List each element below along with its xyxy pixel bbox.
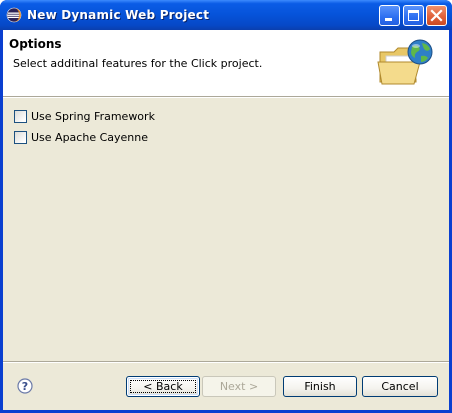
cancel-label: Cancel [381, 380, 419, 393]
window-title: New Dynamic Web Project [27, 8, 210, 22]
footer-separator [3, 361, 449, 363]
maximize-button[interactable] [403, 5, 424, 26]
back-button[interactable]: < Back [126, 376, 200, 397]
minimize-icon [385, 18, 392, 21]
finish-button[interactable]: Finish [283, 376, 357, 397]
cayenne-label[interactable]: Use Apache Cayenne [31, 131, 148, 144]
next-label: Next > [219, 380, 259, 393]
minimize-button[interactable] [379, 5, 400, 26]
folder-globe-icon [376, 36, 436, 90]
next-button[interactable]: Next > [202, 376, 276, 397]
maximize-icon [408, 10, 419, 21]
title-bar[interactable]: New Dynamic Web Project [0, 0, 452, 30]
help-icon[interactable]: ? [17, 378, 33, 394]
svg-text:?: ? [22, 380, 28, 393]
dialog-window: New Dynamic Web Project Options Select a… [0, 0, 452, 413]
close-button[interactable] [426, 5, 447, 26]
eclipse-icon [6, 7, 22, 23]
option-cayenne[interactable]: Use Apache Cayenne [14, 130, 148, 144]
finish-label: Finish [304, 380, 336, 393]
spring-checkbox[interactable] [14, 109, 27, 123]
cancel-button[interactable]: Cancel [362, 376, 438, 397]
option-spring[interactable]: Use Spring Framework [14, 109, 155, 123]
cayenne-checkbox[interactable] [14, 130, 27, 144]
page-title: Options [9, 37, 62, 51]
wizard-header: Options Select additinal features for th… [3, 30, 449, 96]
spring-label[interactable]: Use Spring Framework [31, 110, 155, 123]
back-label: < Back [143, 380, 183, 393]
page-description: Select additinal features for the Click … [13, 57, 263, 70]
header-separator [3, 96, 449, 98]
close-icon [430, 9, 443, 22]
dialog-content: Options Select additinal features for th… [3, 30, 449, 410]
